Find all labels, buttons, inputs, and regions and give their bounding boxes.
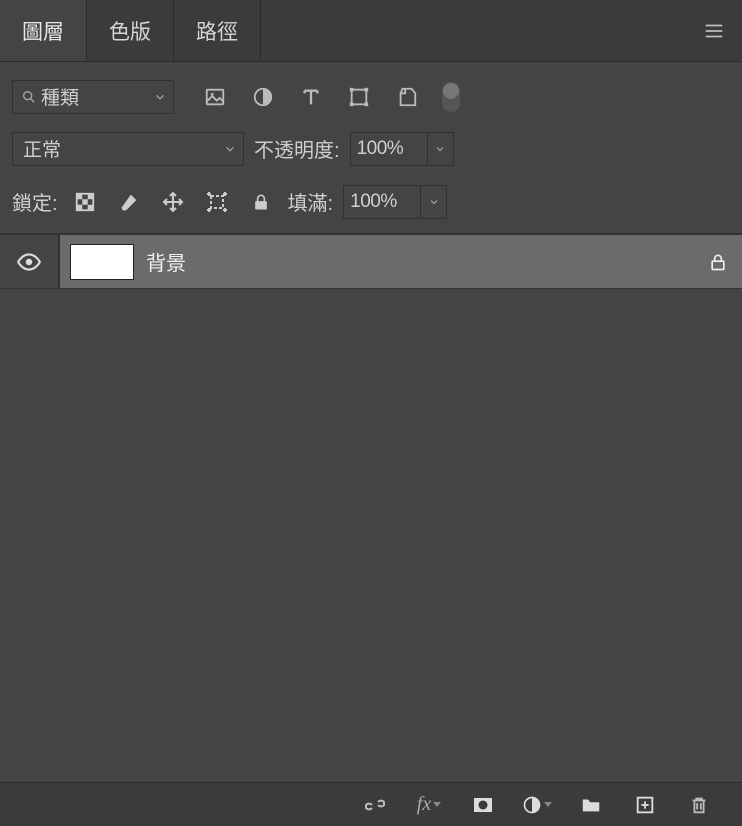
lock-icon [251, 192, 271, 212]
chevron-down-icon [223, 142, 237, 156]
layer-row[interactable]: 背景 [0, 235, 742, 289]
opacity-label: 不透明度: [254, 134, 340, 163]
opacity-slider-button[interactable] [428, 132, 454, 166]
mask-icon [471, 793, 495, 817]
link-layers-button[interactable] [360, 790, 390, 820]
lock-icon[interactable] [708, 252, 728, 272]
chevron-down-icon [428, 196, 440, 208]
layer-thumbnail[interactable] [70, 244, 134, 280]
fill-slider-button[interactable] [421, 185, 447, 219]
filter-smartobject-button[interactable] [390, 80, 424, 114]
layer-kind-label: 種類 [41, 83, 79, 110]
lock-label: 鎖定: [12, 187, 58, 216]
new-icon [634, 794, 656, 816]
tab-channels[interactable]: 色版 [87, 0, 174, 61]
menu-icon [703, 20, 725, 42]
new-group-button[interactable] [576, 790, 606, 820]
link-icon [363, 793, 387, 817]
layer-style-button[interactable]: fx [414, 790, 444, 820]
adjustment-icon [252, 86, 274, 108]
delete-layer-button[interactable] [684, 790, 714, 820]
layer-name[interactable]: 背景 [146, 247, 186, 276]
tab-layers[interactable]: 圖層 [0, 0, 87, 61]
layer-filter-icons [198, 80, 460, 114]
artboard-icon [205, 190, 229, 214]
layer-filter-row: 種類 [0, 62, 742, 120]
filter-shape-button[interactable] [342, 80, 376, 114]
filter-type-button[interactable] [294, 80, 328, 114]
image-icon [204, 86, 226, 108]
folder-icon [580, 794, 602, 816]
blend-opacity-row: 正常 不透明度: 100% [0, 120, 742, 178]
lock-artboard-button[interactable] [200, 185, 234, 219]
trash-icon [688, 794, 710, 816]
fill-input[interactable]: 100% [343, 185, 421, 219]
lock-transparency-button[interactable] [68, 185, 102, 219]
fill-value: 100% [350, 191, 397, 213]
lock-fill-row: 鎖定: [0, 178, 742, 234]
blend-mode-select[interactable]: 正常 [12, 132, 244, 166]
search-icon [21, 89, 37, 105]
adjustment-icon [522, 794, 542, 816]
lock-all-button[interactable] [244, 185, 278, 219]
shape-icon [348, 86, 370, 108]
type-icon [300, 86, 322, 108]
fill-label: 填滿: [288, 187, 334, 216]
eye-icon [16, 249, 42, 275]
panel-tab-bar: 圖層 色版 路徑 [0, 0, 742, 62]
new-layer-button[interactable] [630, 790, 660, 820]
fx-icon: fx [417, 793, 431, 816]
add-mask-button[interactable] [468, 790, 498, 820]
tab-paths[interactable]: 路徑 [174, 0, 261, 61]
new-adjustment-layer-button[interactable] [522, 790, 552, 820]
brush-icon [118, 191, 140, 213]
layer-kind-select[interactable]: 種類 [12, 80, 174, 114]
layers-footer: fx [0, 782, 742, 826]
lock-pixels-button[interactable] [112, 185, 146, 219]
filter-pixel-button[interactable] [198, 80, 232, 114]
move-icon [161, 190, 185, 214]
panel-menu-button[interactable] [686, 0, 742, 61]
layers-list: 背景 [0, 234, 742, 782]
smart-object-icon [396, 86, 418, 108]
filter-adjustment-button[interactable] [246, 80, 280, 114]
lock-position-button[interactable] [156, 185, 190, 219]
chevron-down-icon [434, 143, 446, 155]
layer-visibility-toggle[interactable] [0, 235, 60, 288]
opacity-value: 100% [357, 138, 404, 160]
chevron-down-icon [153, 90, 167, 104]
filter-toggle[interactable] [442, 82, 460, 112]
blend-mode-value: 正常 [23, 135, 61, 162]
opacity-input[interactable]: 100% [350, 132, 428, 166]
checkerboard-icon [74, 191, 96, 213]
